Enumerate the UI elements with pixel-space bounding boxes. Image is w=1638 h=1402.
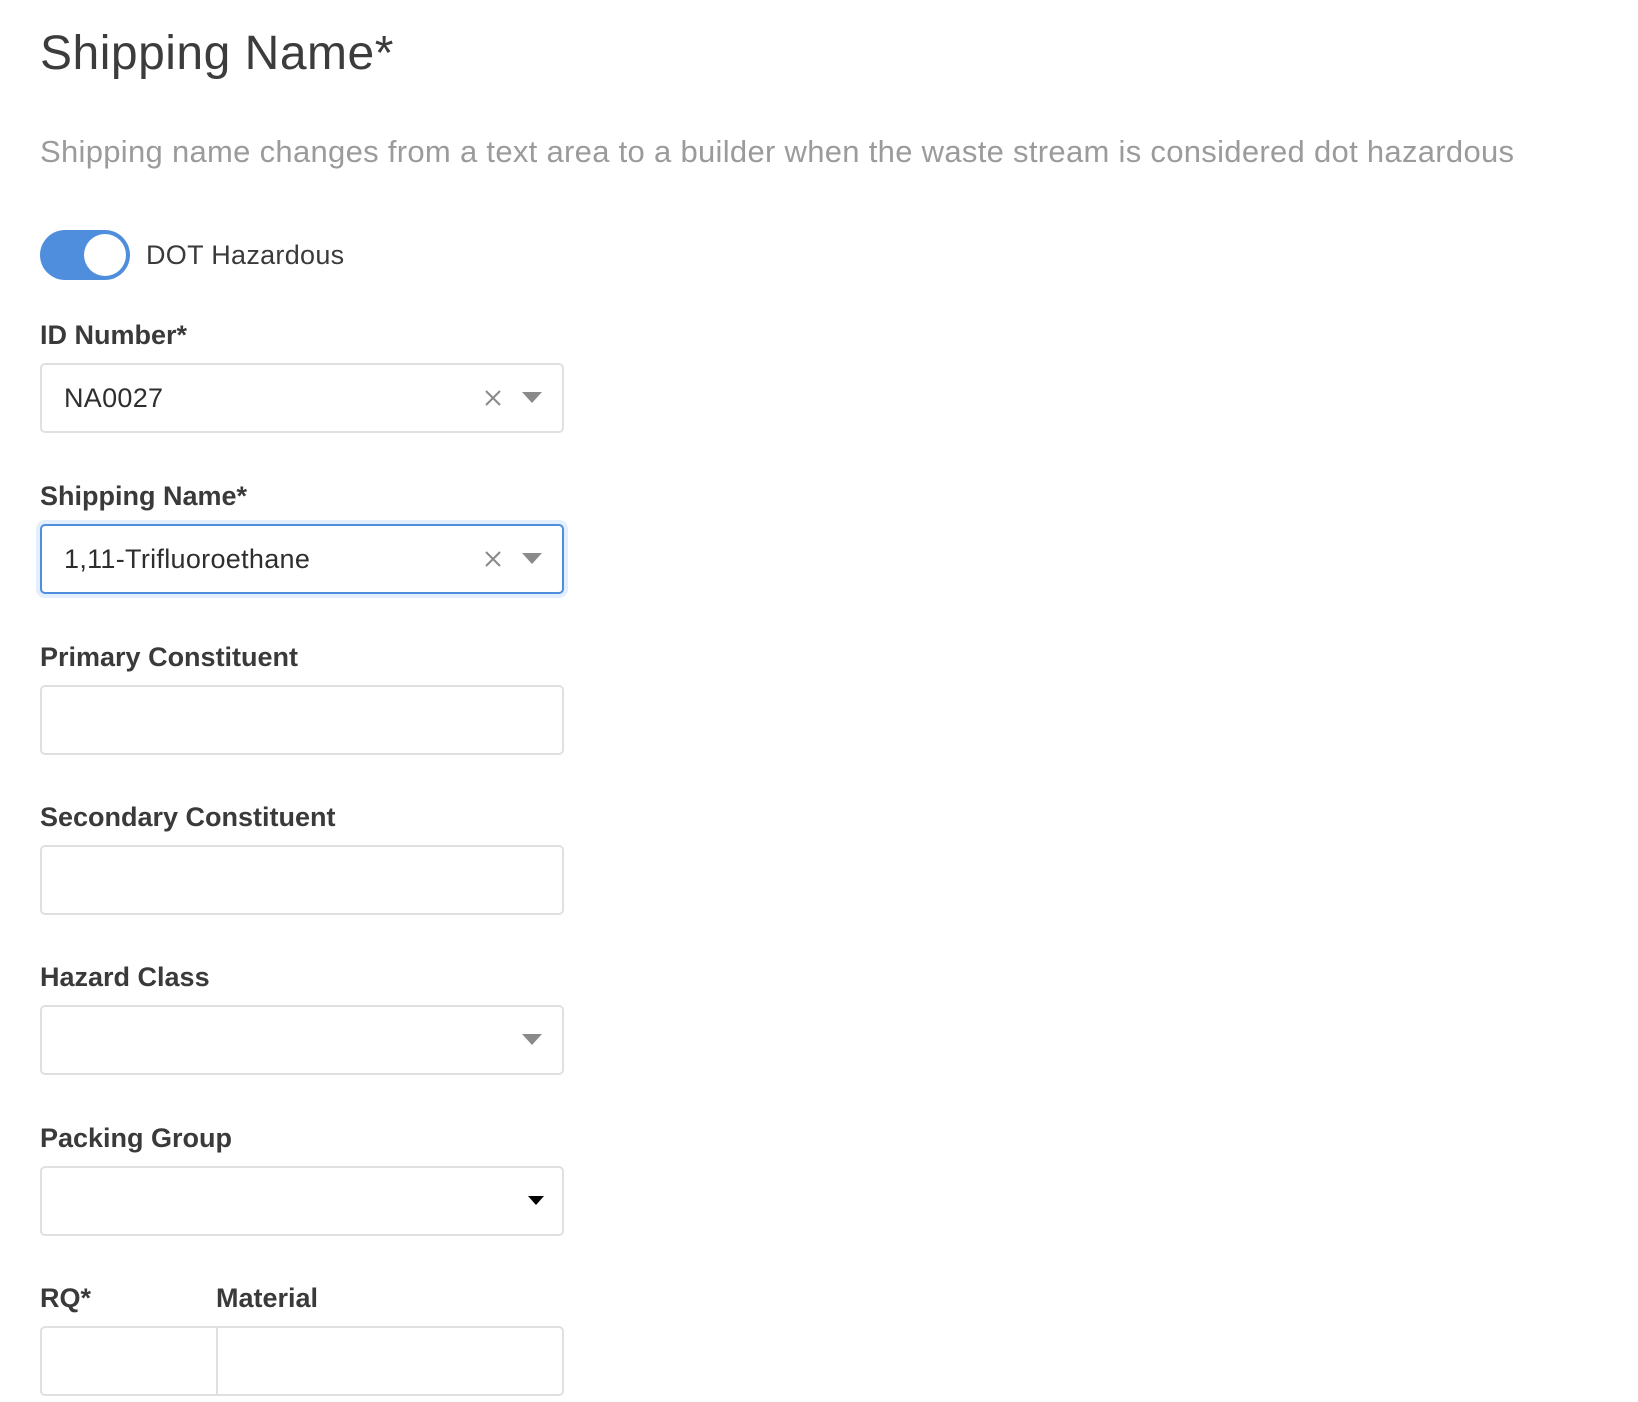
id-number-label: ID Number* bbox=[40, 320, 188, 350]
secondary-constituent-label: Secondary Constituent bbox=[40, 802, 336, 832]
chevron-down-icon[interactable] bbox=[522, 1034, 542, 1046]
id-number-select[interactable]: NA0027 bbox=[40, 363, 564, 433]
material-label: Material bbox=[216, 1283, 319, 1313]
packing-group-field: Packing Group bbox=[40, 1123, 564, 1236]
secondary-constituent-field: Secondary Constituent bbox=[40, 802, 564, 915]
id-number-value: NA0027 bbox=[64, 382, 164, 413]
shipping-name-select[interactable]: 1,11-Trifluoroethane bbox=[40, 524, 564, 594]
section-description: Shipping name changes from a text area t… bbox=[40, 134, 1515, 169]
dot-hazardous-toggle[interactable] bbox=[40, 230, 130, 280]
chevron-down-icon[interactable] bbox=[522, 392, 542, 404]
toggle-knob bbox=[84, 234, 126, 276]
material-input[interactable] bbox=[216, 1326, 564, 1396]
id-number-field: ID Number* NA0027 bbox=[40, 320, 564, 433]
packing-group-select[interactable] bbox=[40, 1166, 564, 1236]
hazard-class-field: Hazard Class bbox=[40, 962, 564, 1075]
rq-input[interactable] bbox=[40, 1326, 216, 1396]
close-icon[interactable] bbox=[482, 387, 504, 409]
shipping-name-field: Shipping Name* 1,11-Trifluoroethane bbox=[40, 481, 564, 594]
close-icon[interactable] bbox=[482, 548, 504, 570]
chevron-down-icon[interactable] bbox=[522, 553, 542, 565]
caret-down-icon[interactable] bbox=[528, 1196, 544, 1206]
shipping-name-label: Shipping Name* bbox=[40, 481, 248, 511]
primary-constituent-label: Primary Constituent bbox=[40, 642, 299, 672]
hazard-class-label: Hazard Class bbox=[40, 962, 210, 992]
dot-hazardous-toggle-row: DOT Hazardous bbox=[40, 229, 344, 281]
hazard-class-select[interactable] bbox=[40, 1005, 564, 1075]
shipping-name-value: 1,11-Trifluoroethane bbox=[64, 543, 311, 574]
rq-label: RQ* bbox=[40, 1283, 92, 1313]
primary-constituent-field: Primary Constituent bbox=[40, 642, 564, 755]
dot-hazardous-label: DOT Hazardous bbox=[146, 239, 345, 270]
primary-constituent-input[interactable] bbox=[40, 685, 564, 755]
material-field: Material bbox=[216, 1283, 564, 1396]
rq-field: RQ* bbox=[40, 1283, 216, 1396]
packing-group-label: Packing Group bbox=[40, 1123, 233, 1153]
secondary-constituent-input[interactable] bbox=[40, 845, 564, 915]
page-title: Shipping Name* bbox=[40, 27, 394, 80]
